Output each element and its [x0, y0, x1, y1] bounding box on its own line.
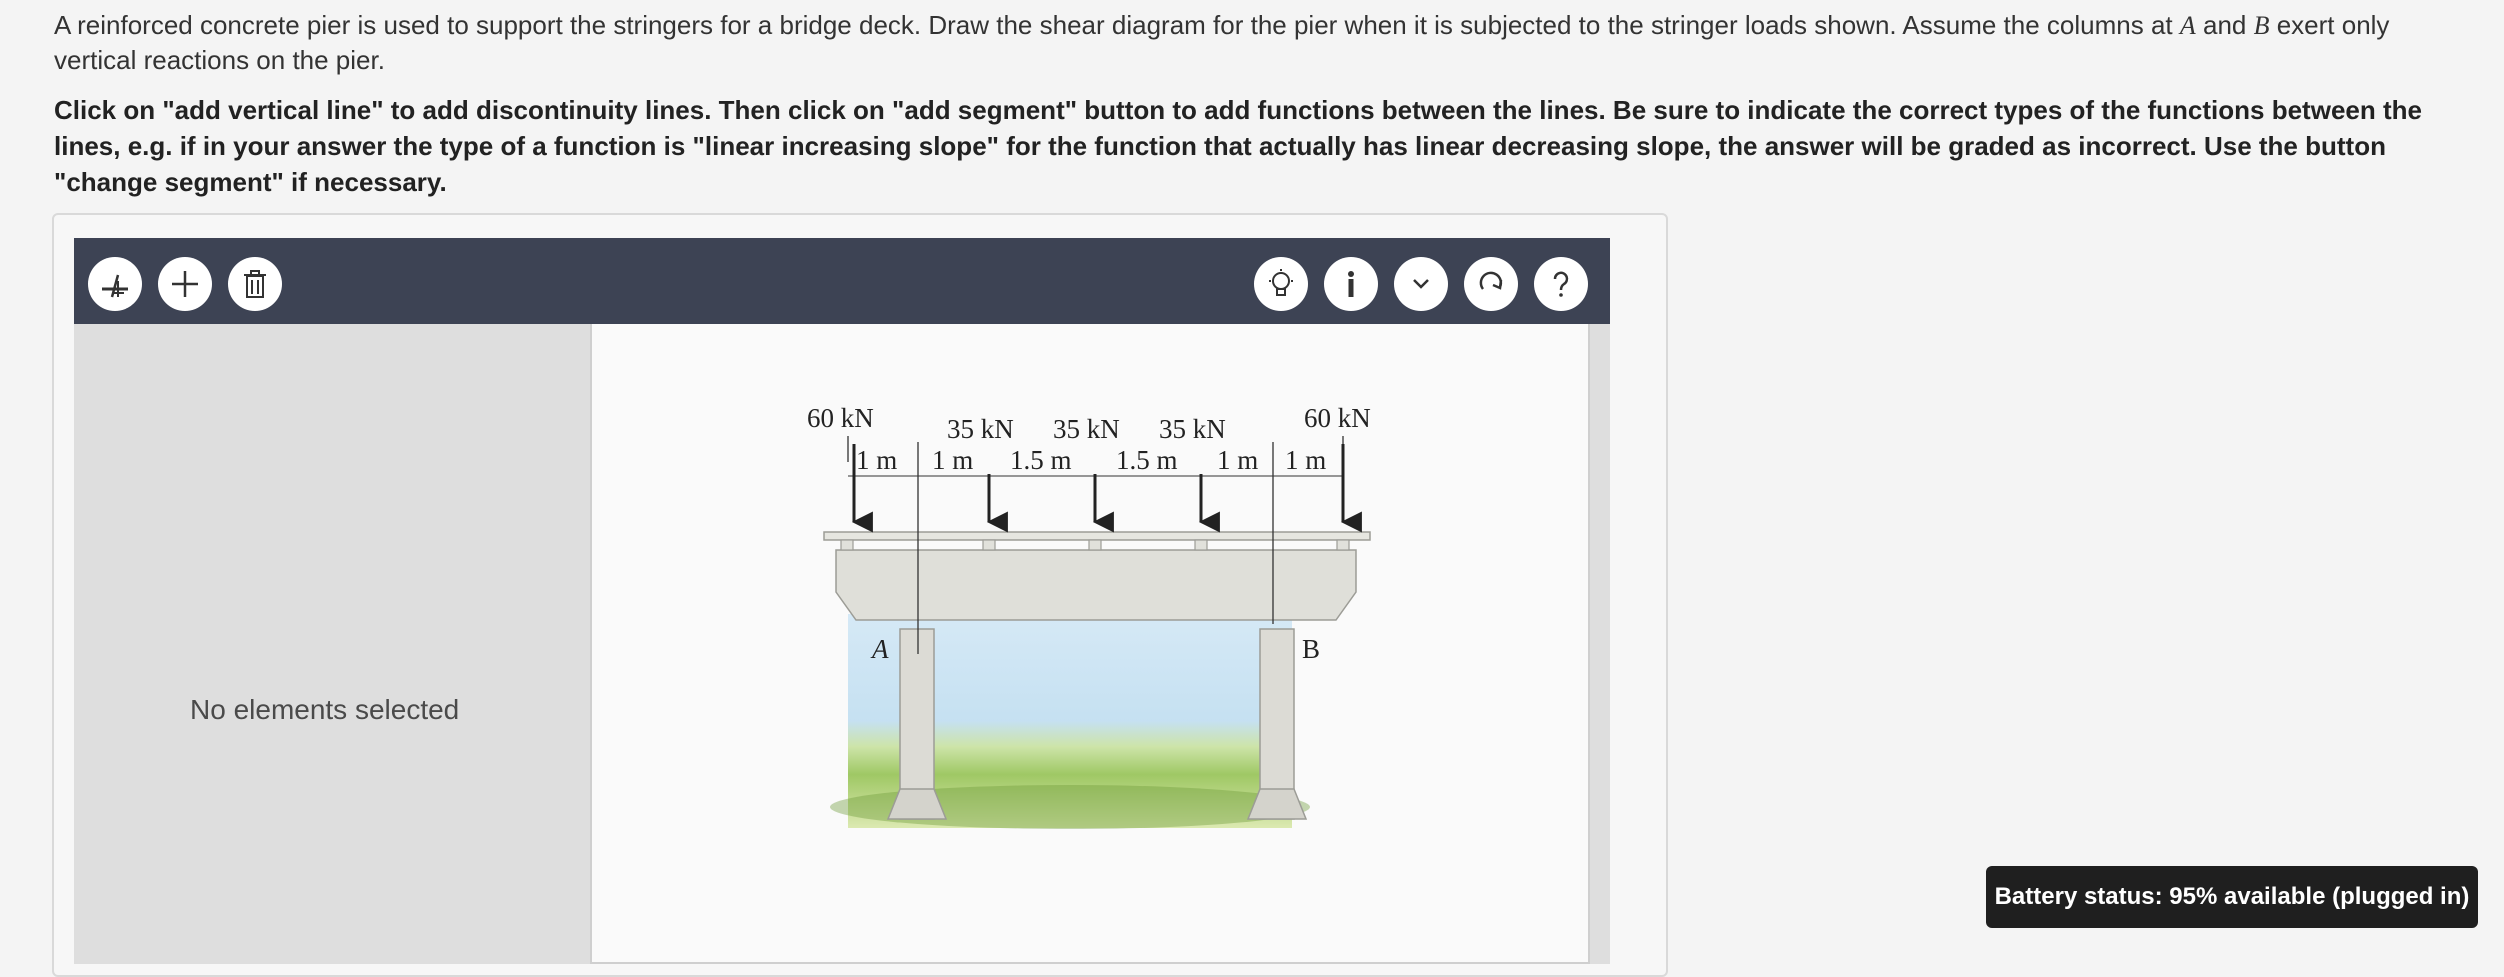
- problem-figure-panel: 60 kN 35 kN 35 kN 35 kN 60 kN 1 m 1 m 1.…: [590, 324, 1590, 964]
- info-icon: [1348, 271, 1354, 297]
- question-mark-icon: [1553, 271, 1569, 297]
- spacing-label: 1.5 m: [1116, 445, 1178, 475]
- hint-button[interactable]: [1254, 257, 1308, 311]
- pier-figure: 60 kN 35 kN 35 kN 35 kN 60 kN 1 m 1 m 1.…: [807, 403, 1371, 829]
- battery-status-toast: Battery status: 95% available (plugged i…: [1986, 866, 2478, 928]
- lightbulb-icon: [1269, 269, 1293, 296]
- reset-icon: [1479, 271, 1503, 290]
- spacing-label: 1 m: [1217, 445, 1258, 475]
- load-label: 35 kN: [1159, 414, 1226, 444]
- add-segment-button[interactable]: [158, 257, 212, 311]
- delete-button[interactable]: [228, 257, 282, 311]
- plus-icon: [172, 271, 198, 297]
- reset-button[interactable]: [1464, 257, 1518, 311]
- info-button[interactable]: [1324, 257, 1378, 311]
- load-arrows: [851, 444, 1362, 533]
- selection-status: No elements selected: [190, 694, 460, 725]
- panel-edge: [1590, 324, 1610, 964]
- support-a-variable: A: [2179, 11, 2196, 40]
- instructions: Click on "add vertical line" to add disc…: [54, 95, 2422, 197]
- load-label: 35 kN: [1053, 414, 1120, 444]
- help-button[interactable]: [1534, 257, 1588, 311]
- bridge-deck: [823, 531, 1371, 541]
- load-label: 60 kN: [1304, 403, 1371, 433]
- problem-statement: A reinforced concrete pier is used to su…: [54, 10, 2390, 75]
- spacing-label: 1 m: [1285, 445, 1326, 475]
- load-label: 60 kN: [807, 403, 874, 433]
- pier-cap: [835, 549, 1357, 621]
- spacing-label: 1 m: [856, 445, 897, 475]
- add-vertical-line-button[interactable]: [88, 257, 142, 311]
- load-label: 35 kN: [947, 414, 1014, 444]
- add-vertical-line-icon: [102, 274, 128, 298]
- support-a-label: A: [870, 634, 889, 664]
- drawing-toolbar: [74, 238, 1610, 324]
- properties-panel: [74, 324, 590, 964]
- support-b-label: B: [1302, 634, 1320, 664]
- chevron-down-icon: [1413, 279, 1429, 289]
- support-b-variable: B: [2253, 11, 2270, 40]
- spacing-label: 1 m: [932, 445, 973, 475]
- spacing-label: 1.5 m: [1010, 445, 1072, 475]
- dropdown-button[interactable]: [1394, 257, 1448, 311]
- trash-icon: [244, 270, 266, 298]
